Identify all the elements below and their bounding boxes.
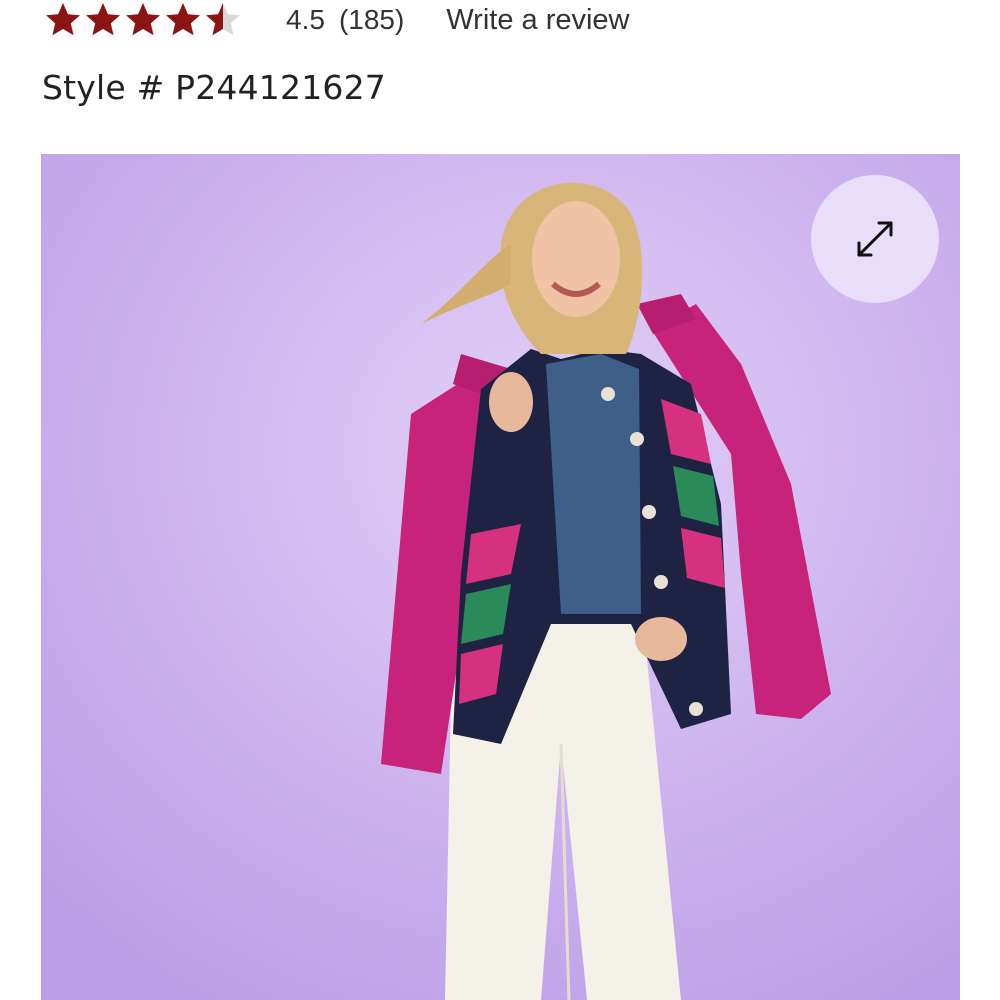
product-image[interactable] bbox=[41, 154, 960, 1000]
model-photo-illustration bbox=[41, 154, 960, 1000]
rating-row: 4.5 (185) Write a review bbox=[44, 0, 630, 40]
product-detail-page: 4.5 (185) Write a review Style # P244121… bbox=[0, 0, 1000, 1000]
write-review-link[interactable]: Write a review bbox=[446, 4, 629, 37]
star-icon bbox=[126, 3, 160, 36]
star-icon bbox=[206, 3, 240, 36]
star-icon bbox=[86, 3, 120, 36]
style-number: Style # P244121627 bbox=[42, 68, 386, 107]
star-rating[interactable] bbox=[44, 1, 244, 39]
rating-value: 4.5 bbox=[286, 4, 325, 35]
review-count[interactable]: (185) bbox=[339, 4, 404, 36]
star-icon bbox=[46, 3, 80, 36]
expand-image-button[interactable] bbox=[811, 175, 939, 303]
expand-arrows-icon bbox=[857, 221, 893, 257]
star-icon bbox=[166, 3, 200, 36]
